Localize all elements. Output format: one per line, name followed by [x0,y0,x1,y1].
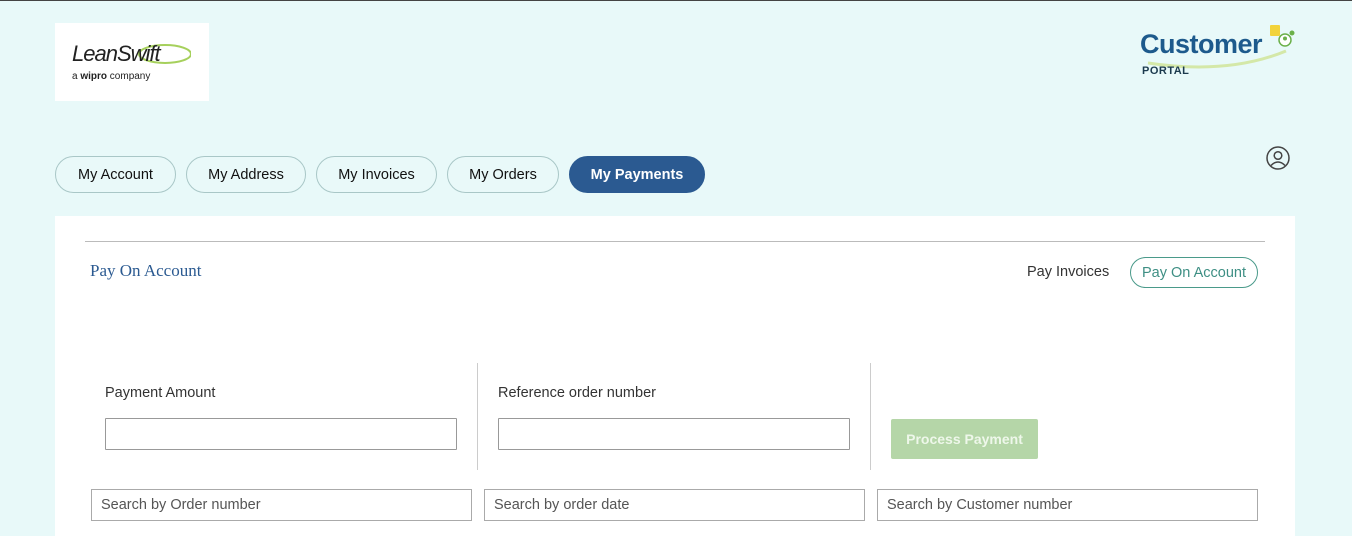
portal-title: Customer [1140,29,1263,59]
tab-my-address[interactable]: My Address [186,156,306,193]
leanswift-logo: LeanSwift a wipro company [55,23,209,101]
user-profile-icon[interactable] [1266,146,1290,170]
column-divider [870,363,871,470]
tab-my-account[interactable]: My Account [55,156,176,193]
page-title: Pay On Account [90,261,202,280]
pay-on-account-button[interactable]: Pay On Account [1130,257,1258,288]
customer-portal-logo: Customer PORTAL [1138,23,1298,83]
tab-my-orders[interactable]: My Orders [447,156,559,193]
reference-order-label: Reference order number [498,385,656,401]
payment-amount-input[interactable] [105,418,457,450]
tab-my-payments[interactable]: My Payments [569,156,705,193]
logo-subtitle: a wipro company [72,71,151,82]
process-payment-button[interactable]: Process Payment [891,419,1038,459]
column-divider [477,363,478,470]
reference-order-input[interactable] [498,418,850,450]
divider [85,241,1265,242]
search-order-date-input[interactable] [484,489,865,521]
payment-amount-label: Payment Amount [105,385,216,401]
search-order-number-input[interactable] [91,489,472,521]
pay-invoices-link[interactable]: Pay Invoices [1027,264,1109,280]
logo-text: LeanSwift [72,41,161,66]
search-customer-number-input[interactable] [877,489,1258,521]
tab-my-invoices[interactable]: My Invoices [316,156,437,193]
payments-panel: Pay On Account Pay Invoices Pay On Accou… [55,216,1295,536]
portal-subtitle: PORTAL [1142,65,1190,77]
